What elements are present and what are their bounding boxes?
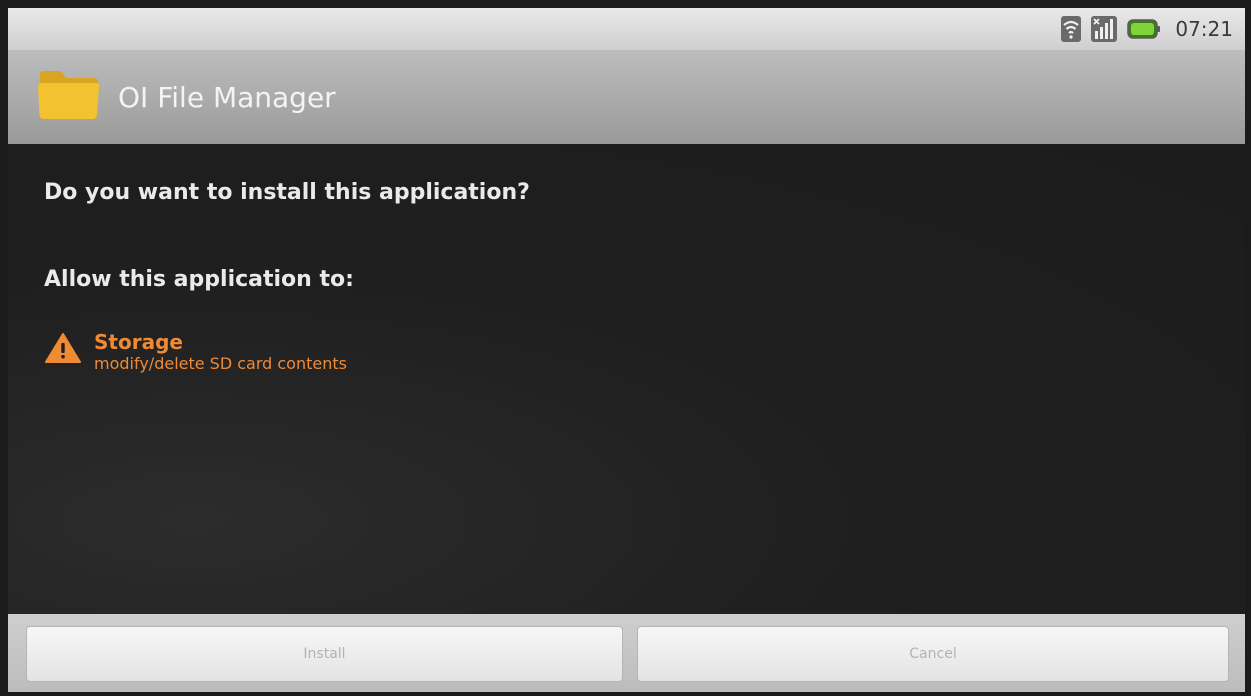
permissions-heading: Allow this application to: (44, 267, 354, 292)
warning-icon (44, 332, 82, 368)
folder-icon (36, 69, 100, 125)
button-bar: Install Cancel (8, 614, 1245, 692)
install-screen: 07:21 OI File Manager Do you want to ins… (8, 8, 1245, 692)
battery-icon (1127, 18, 1161, 40)
status-bar: 07:21 (8, 8, 1245, 50)
signal-icon (1091, 16, 1118, 42)
cancel-button[interactable]: Cancel (637, 626, 1229, 682)
permission-item[interactable]: Storage modify/delete SD card contents (44, 330, 347, 374)
install-question: Do you want to install this application? (44, 180, 530, 205)
permission-description: modify/delete SD card contents (94, 354, 347, 373)
title-bar: OI File Manager (8, 50, 1245, 144)
permission-title: Storage (94, 330, 183, 354)
app-title: OI File Manager (118, 80, 336, 114)
content-area: Do you want to install this application?… (8, 144, 1245, 614)
status-clock: 07:21 (1175, 17, 1233, 41)
install-button[interactable]: Install (26, 626, 623, 682)
wifi-icon (1061, 16, 1082, 42)
